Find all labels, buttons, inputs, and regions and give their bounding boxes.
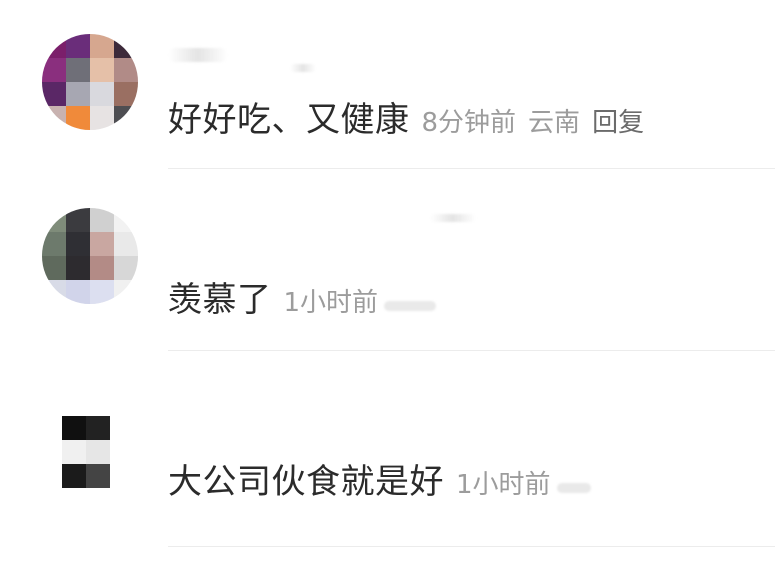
divider — [168, 168, 775, 169]
avatar[interactable] — [42, 208, 138, 304]
comment-text: 好好吃、又健康 — [168, 100, 410, 140]
comment-line: 好好吃、又健康 8分钟前 云南 回复 — [168, 92, 644, 141]
avatar[interactable] — [42, 406, 138, 502]
username-redacted — [430, 214, 476, 222]
redacted-text — [556, 483, 591, 493]
comment-line: 羡慕了 1小时前 — [168, 272, 437, 321]
reply-button[interactable]: 回复 — [592, 102, 644, 139]
comment-text: 羡慕了 — [168, 280, 272, 320]
comment-location: 云南 — [528, 108, 581, 138]
redacted-text — [384, 301, 437, 311]
comment-line: 大公司伙食就是好 1小时前 — [168, 454, 591, 503]
comment-item: 好好吃、又健康 8分钟前 云南 回复 — [0, 0, 775, 170]
comment-item: 羡慕了 1小时前 — [0, 170, 775, 352]
divider — [168, 546, 775, 547]
username-redacted — [290, 64, 316, 72]
comment-time: 8分钟前 — [421, 108, 517, 138]
comment-time: 1小时前 — [456, 470, 551, 500]
comment-time: 1小时前 — [283, 288, 379, 318]
divider — [168, 350, 775, 351]
username-redacted — [168, 48, 228, 62]
avatar[interactable] — [42, 34, 138, 130]
comment-text: 大公司伙食就是好 — [168, 462, 444, 502]
comment-item: 大公司伙食就是好 1小时前 — [0, 352, 775, 561]
